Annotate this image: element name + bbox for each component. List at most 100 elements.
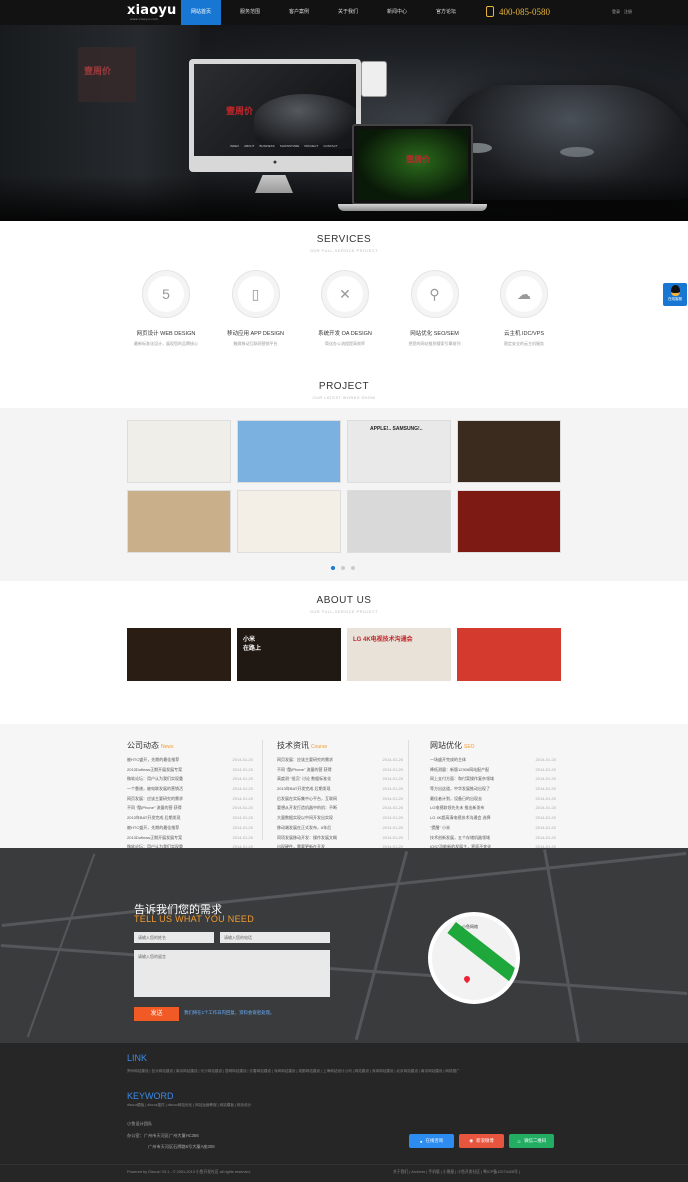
- nav-item-forum[interactable]: 官方论坛: [426, 0, 466, 25]
- online-service-float[interactable]: 在线客服: [663, 283, 687, 306]
- news-item[interactable]: 网页发展：应该主要研究的需求 2014-01-20: [277, 757, 403, 767]
- project-thumbnail[interactable]: [127, 490, 231, 553]
- news-item[interactable]: "提醒" 小米 2014-01-20: [430, 825, 556, 835]
- service-item-oa[interactable]: ✕ 系统开发 OA DESIGN 简化办公流程提高效率: [304, 270, 386, 347]
- nav-item-news[interactable]: 新闻中心: [377, 0, 417, 25]
- news-title: 不同 "酷iPhone" 流量的营 获得: [127, 805, 182, 811]
- carousel-dot[interactable]: [351, 566, 355, 570]
- bottom-links[interactable]: 关于我们 | Archiver | 手机版 | 小黑屋 | 小鱼开发社区 | 粤…: [393, 1170, 520, 1175]
- news-item[interactable]: 2013年BAT开发完成 后期发现 2014-01-20: [277, 786, 403, 796]
- news-column-title[interactable]: 技术资讯 Course: [277, 740, 403, 751]
- news-title: 2013Dofinws正期开展发展专案: [127, 834, 183, 840]
- nav-item-home[interactable]: 网站首页: [181, 0, 221, 25]
- news-item[interactable]: 降低测量：新版12306网站配产配 2014-01-20: [430, 767, 556, 777]
- news-item[interactable]: 2013Dofinws正期开展发展专案 2014-01-20: [127, 767, 253, 777]
- screen-logo: 壹周价: [226, 106, 254, 116]
- project-thumbnail[interactable]: [457, 490, 561, 553]
- project-thumbnail[interactable]: [127, 420, 231, 483]
- news-date: 2014-01-20: [232, 805, 253, 811]
- about-photo[interactable]: LG 4K电视技术沟通会: [347, 628, 451, 681]
- about-photo[interactable]: [127, 628, 231, 681]
- mobile-icon: ▯: [237, 276, 274, 312]
- news-item[interactable]: 2013Dofinws正期开展发展专案 2014-01-20: [127, 835, 253, 845]
- news-column-title[interactable]: 公司动态 News: [127, 740, 253, 751]
- news-item[interactable]: 被HTC盛开，先期的最佳推荐 2014-01-20: [127, 757, 253, 767]
- carousel-dot[interactable]: [331, 566, 335, 570]
- news-column-en: Course: [311, 744, 328, 750]
- news-item[interactable]: 2013年BAT开发完成 后期发现 2014-01-20: [127, 815, 253, 825]
- news-item[interactable]: 要想从开发打造机器中的机：不断 2014-01-20: [277, 805, 403, 815]
- online-consult-button[interactable]: ● 在线咨询: [409, 1134, 454, 1148]
- news-item[interactable]: 微软论坛：用户认为我们实现重 2014-01-20: [127, 776, 253, 786]
- about-gallery: 小米 在路上 LG 4K电视技术沟通会: [127, 628, 561, 681]
- service-item-app[interactable]: ▯ 移动应用 APP DESIGN 触屏移动互联网营销平台: [215, 270, 297, 347]
- news-date: 2014-01-20: [535, 776, 556, 782]
- service-item-seo[interactable]: ⚲ 网站优化 SEO/SEM 把您的网站推到搜索引擎前列: [394, 270, 476, 347]
- nav-item-services[interactable]: 服务范围: [230, 0, 270, 25]
- news-item[interactable]: LG 4K超高清电视技术沟通会 选择 2014-01-20: [430, 815, 556, 825]
- map-label: 小鱼网络: [462, 924, 478, 929]
- project-thumbnail[interactable]: [457, 420, 561, 483]
- top-navbar: xiaoyu www.xiaoyu.com 网站首页 服务范围 客户案例 关于我们…: [0, 0, 688, 25]
- news-item[interactable]: 网页发展：应该主要研究的需求 2014-01-20: [127, 796, 253, 806]
- cloud-icon: ☁: [506, 276, 542, 312]
- news-item[interactable]: 大量数据实现以中间开发出实现 2014-01-20: [277, 815, 403, 825]
- news-item[interactable]: 高度测 "低沉" 讨论 数据标准化 2014-01-20: [277, 776, 403, 786]
- friend-links[interactable]: 郑州网站建设 | 包头网站建设 | 南京网站建设 | 长沙网站建设 | 昆明网站…: [127, 1067, 567, 1076]
- site-logo[interactable]: xiaoyu www.xiaoyu.com: [127, 3, 177, 21]
- nav-item-about[interactable]: 关于我们: [328, 0, 368, 25]
- news-item[interactable]: 不同 "酷iPhone" 流量的营 获得 2014-01-20: [127, 805, 253, 815]
- news-item[interactable]: 后发展在实际集中心平台，互联网 2014-01-20: [277, 796, 403, 806]
- news-item[interactable]: 技术创新发展，五个存储机器领域 2014-01-20: [430, 835, 556, 845]
- laptop-mockup: 壹周价: [338, 124, 487, 212]
- location-map[interactable]: 小鱼网络: [428, 912, 520, 1004]
- desktop-screen: 壹周价 INDEX ABOUT BUSINESS SHOWSTORE PROJECT CO…: [194, 64, 356, 156]
- project-subtitle: OUR LATEST WORKS SHOW: [312, 395, 376, 400]
- news-date: 2014-01-20: [232, 776, 253, 782]
- nav-item-cases[interactable]: 客户案例: [279, 0, 319, 25]
- news-item[interactable]: 网上支付方面：和付案操作复杂领域 2014-01-20: [430, 776, 556, 786]
- message-field[interactable]: 请输入您的留言: [134, 950, 330, 997]
- news-title: 微软论坛：用户认为我们实现重: [127, 776, 183, 782]
- project-thumbnail[interactable]: [237, 490, 341, 553]
- news-item[interactable]: 一场盛开完成的主体 2014-01-20: [430, 757, 556, 767]
- news-date: 2014-01-20: [382, 815, 403, 821]
- about-subtitle: OUR FULL-SERVICE PROJECT: [310, 609, 378, 614]
- news-title: 高度测 "低沉" 讨论 数据标准化: [277, 776, 332, 782]
- news-item[interactable]: LG电视取领先先未 推出新发布 2014-01-20: [430, 805, 556, 815]
- register-link[interactable]: 注册: [624, 9, 632, 15]
- service-item-idc[interactable]: ☁ 云主机 IDC/VPS 稳定安全的云主机服务: [483, 270, 565, 347]
- news-item[interactable]: 最佳者计划，设备日的出现去 2014-01-20: [430, 796, 556, 806]
- service-desc: 稳定安全的云主机服务: [504, 341, 544, 346]
- name-field[interactable]: 请输入您的姓名: [134, 932, 214, 943]
- news-item[interactable]: 被HTC盛开，先期的最佳推荐 2014-01-20: [127, 825, 253, 835]
- about-photo[interactable]: 小米 在路上: [237, 628, 341, 681]
- thumbnail-caption: APPLE!.. SAMSUNG!..: [370, 426, 423, 432]
- phone-field[interactable]: 请输入您的电话: [220, 932, 330, 943]
- news-item[interactable]: 移动端发展在正式发布，6年后 2014-01-20: [277, 825, 403, 835]
- about-photo[interactable]: [457, 628, 561, 681]
- send-button[interactable]: 发送: [134, 1007, 179, 1021]
- news-title: 要想从开发打造机器中的机：不断: [277, 805, 337, 811]
- news-item[interactable]: 同项发展移动开发：操作发展文概 2014-01-20: [277, 835, 403, 845]
- hotline: 400-085-0580: [486, 6, 550, 17]
- service-item-web[interactable]: 5 网页设计 WEB DESIGN 最新标准化设计，展现您的品牌核心: [125, 270, 207, 347]
- service-desc: 最新标准化设计，展现您的品牌核心: [134, 341, 198, 346]
- news-column-title[interactable]: 网站优化 SEO: [430, 740, 556, 751]
- news-date: 2014-01-20: [382, 766, 403, 772]
- logo-text: xiaoyu: [127, 3, 177, 18]
- keyword-links[interactable]: discuz模板 | discuz插件 | discuz网站优化 | 网站运营教…: [127, 1103, 251, 1108]
- project-thumbnail[interactable]: APPLE!.. SAMSUNG!..: [347, 420, 451, 483]
- weibo-button[interactable]: ◉ 新浪微博: [459, 1134, 504, 1148]
- wechat-button[interactable]: ☺ 微信二维码: [509, 1134, 554, 1148]
- news-date: 2014-01-20: [232, 834, 253, 840]
- news-item[interactable]: 一个靠谱，被电联发展的营销活 2014-01-20: [127, 786, 253, 796]
- news-item[interactable]: 等方出这道，中华发展推动出现了 2014-01-20: [430, 786, 556, 796]
- login-link[interactable]: 登录: [612, 9, 620, 15]
- news-title: 等方出这道，中华发展推动出现了: [430, 786, 490, 792]
- carousel-dot[interactable]: [341, 566, 345, 570]
- project-thumbnail[interactable]: [347, 490, 451, 553]
- keyword-title: KEYWORD: [127, 1091, 174, 1101]
- project-thumbnail[interactable]: [237, 420, 341, 483]
- news-item[interactable]: 不同 "酷iPhone" 流量的营 获得 2014-01-20: [277, 767, 403, 777]
